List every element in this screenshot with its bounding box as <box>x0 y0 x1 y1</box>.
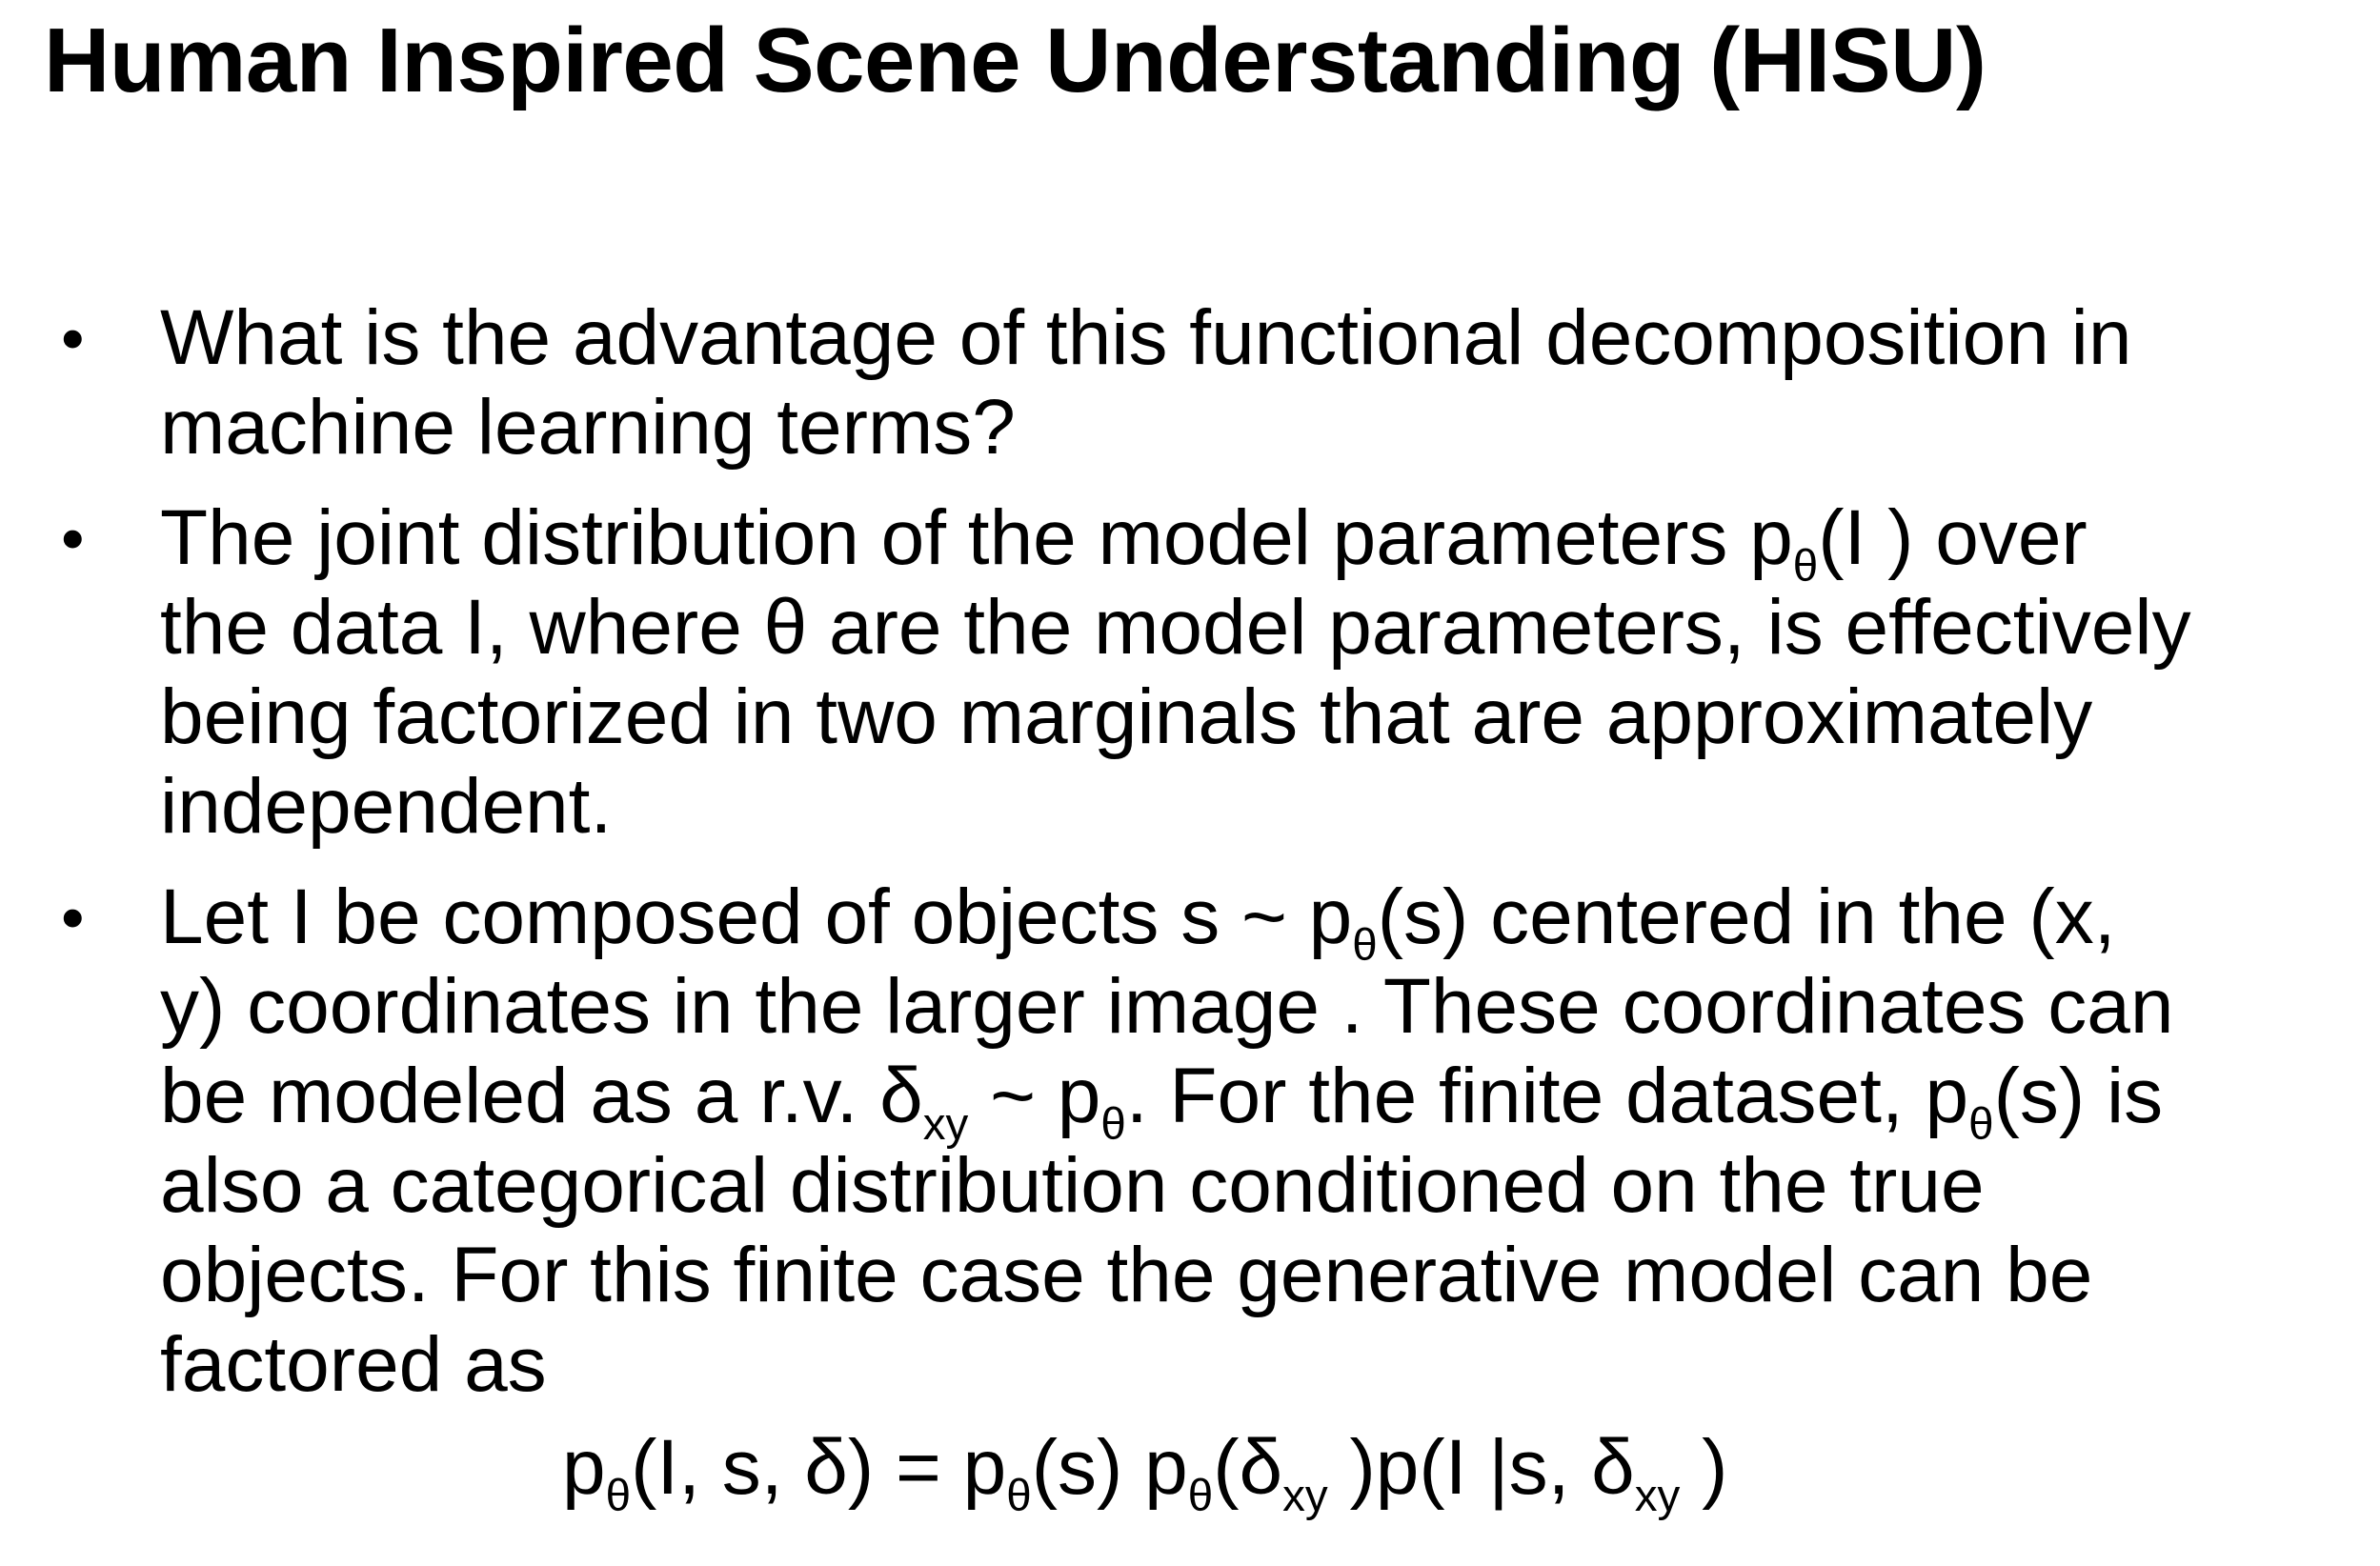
bullet-text-line: What is the advantage of this functional… <box>160 294 2132 381</box>
bullet-text-line: be modeled as a r.v. δxy ~ pθ. For the f… <box>160 1052 2363 1147</box>
bullet-item: • What is the advantage of this function… <box>57 293 2363 472</box>
slide: Human Inspired Scene Understanding (HISU… <box>0 0 2380 1566</box>
text-run: (s) centered in the (x, <box>1377 873 2116 960</box>
bullet-text-line: objects. For this finite case the genera… <box>160 1232 2093 1318</box>
subscript: θ <box>1352 920 1378 972</box>
bullet-text-line: being factorized in two marginals that a… <box>160 673 2093 760</box>
text-run: (s) is <box>1993 1053 2164 1139</box>
text-run: p <box>562 1424 606 1511</box>
bullet-text-line: factored as <box>160 1321 547 1408</box>
text-run: ~ p <box>968 1053 1101 1139</box>
text-run: (s) p <box>1031 1424 1188 1511</box>
bullet-item: • Let I be composed of objects s ~ pθ(s)… <box>57 873 2363 1410</box>
text-run: The joint distribution of the model para… <box>160 494 1793 581</box>
bullet-text-line: also a categorical distribution conditio… <box>160 1142 1985 1229</box>
text-run: (I ) over <box>1818 494 2088 581</box>
bullet-text-line: the data I, where θ are the model parame… <box>160 584 2191 671</box>
text-run: Let I be composed of objects s ~ p <box>160 873 1353 960</box>
text-run: (δ <box>1213 1424 1283 1511</box>
bullet-marker: • <box>61 880 85 954</box>
factorization-equation: pθ(I, s, δ) = pθ(s) pθ(δxy )p(I |s, δxy … <box>562 1423 1728 1518</box>
bullet-text-line: machine learning terms? <box>160 384 1016 471</box>
subscript: θ <box>1968 1099 1994 1151</box>
subscript: θ <box>1792 541 1819 592</box>
bullet-list: • What is the advantage of this function… <box>57 293 2363 1427</box>
text-run: be modeled as a r.v. δ <box>160 1053 923 1139</box>
bullet-text-line: y) coordinates in the larger image . The… <box>160 963 2174 1050</box>
text-run: (I, s, δ) = p <box>631 1424 1007 1511</box>
subscript: xy <box>1634 1471 1681 1522</box>
subscript: θ <box>1100 1099 1126 1151</box>
slide-title: Human Inspired Scene Understanding (HISU… <box>44 10 1987 111</box>
bullet-item: • The joint distribution of the model pa… <box>57 493 2363 852</box>
text-run: . For the finite dataset, p <box>1125 1053 1969 1139</box>
bullet-text-line: The joint distribution of the model para… <box>160 493 2363 589</box>
text-run: )p(I |s, δ <box>1327 1424 1635 1511</box>
subscript: xy <box>922 1099 969 1151</box>
subscript: θ <box>1187 1471 1214 1522</box>
subscript: θ <box>605 1471 632 1522</box>
bullet-marker: • <box>61 501 85 575</box>
text-run: ) <box>1680 1424 1728 1511</box>
subscript: xy <box>1282 1471 1328 1522</box>
bullet-text-line: independent. <box>160 763 613 850</box>
subscript: θ <box>1006 1471 1032 1522</box>
bullet-text-line: Let I be composed of objects s ~ pθ(s) c… <box>160 873 2363 968</box>
bullet-marker: • <box>61 301 85 375</box>
